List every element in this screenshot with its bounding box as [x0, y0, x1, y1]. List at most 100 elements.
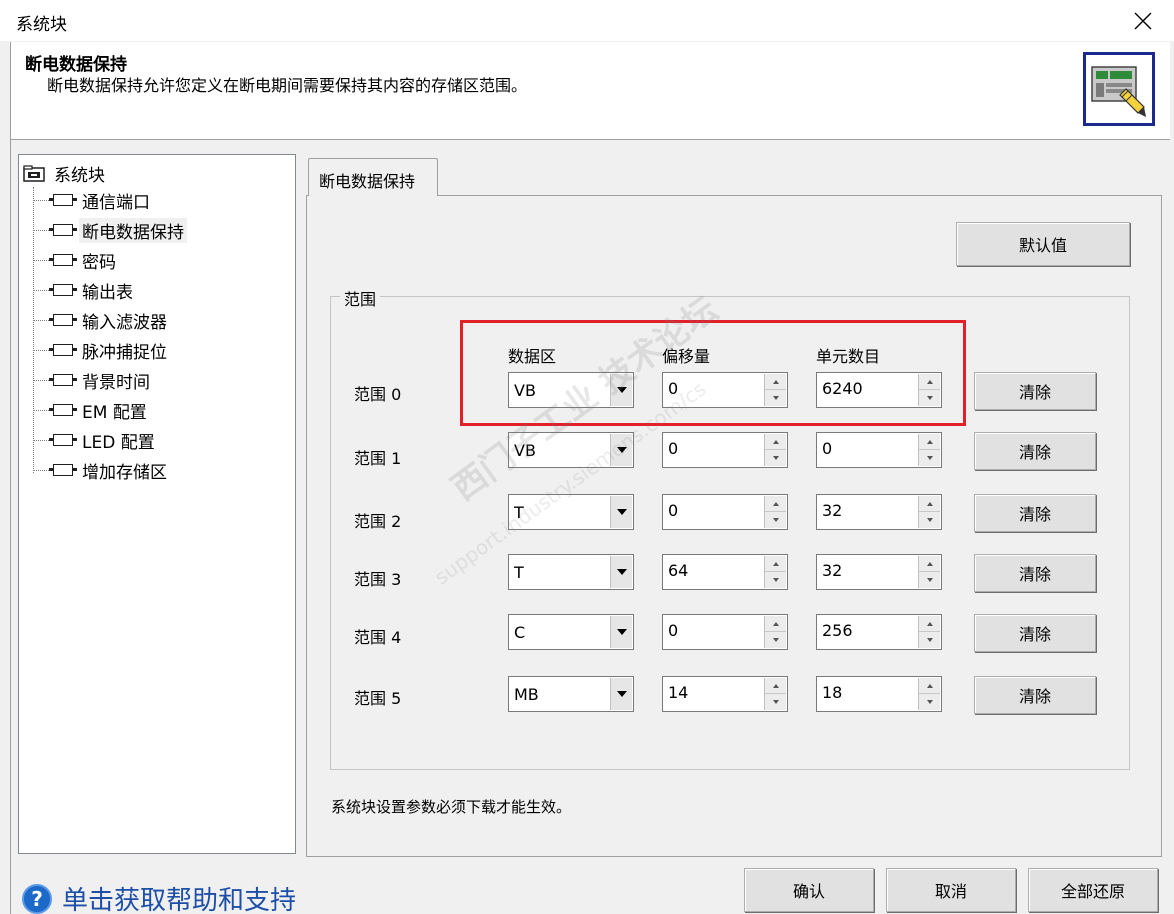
offset-value: 0	[668, 379, 679, 398]
help-link[interactable]: ? 单击获取帮助和支持	[22, 880, 296, 914]
module-icon	[49, 404, 77, 416]
area-value: MB	[514, 685, 539, 704]
tree-item-label: 密码	[82, 252, 116, 273]
count-spinner[interactable]: 18	[816, 676, 942, 712]
tree-item-input-filter[interactable]: 输入滤波器	[33, 307, 170, 333]
spin-up-icon[interactable]	[918, 434, 940, 450]
area-select[interactable]: VB	[508, 372, 634, 408]
area-select[interactable]: MB	[508, 676, 634, 712]
tree-item-em-config[interactable]: EM 配置	[33, 397, 150, 423]
module-icon	[49, 254, 77, 266]
area-select[interactable]: T	[508, 494, 634, 530]
dropdown-arrow-icon[interactable]	[610, 616, 632, 648]
area-select[interactable]: C	[508, 614, 634, 650]
tree-item-password[interactable]: 密码	[33, 247, 119, 273]
clear-button[interactable]: 清除	[974, 432, 1096, 470]
module-icon	[49, 224, 77, 236]
tree-root[interactable]: 系统块	[23, 161, 108, 186]
navigation-tree[interactable]: 系统块 通信端口 断电数据保持 密码 输出表 输入滤波器 脉冲捕捉位 背景时间 …	[18, 154, 296, 854]
cancel-button[interactable]: 取消	[886, 868, 1016, 912]
spin-down-icon[interactable]	[764, 512, 786, 528]
module-icon	[49, 284, 77, 296]
count-spinner[interactable]: 32	[816, 494, 942, 530]
offset-value: 0	[668, 621, 679, 640]
spin-up-icon[interactable]	[918, 556, 940, 572]
count-value: 18	[822, 683, 843, 702]
spin-down-icon[interactable]	[764, 632, 786, 648]
spin-up-icon[interactable]	[918, 374, 940, 390]
module-icon	[49, 314, 77, 326]
tree-root-label: 系统块	[54, 166, 105, 186]
ok-button[interactable]: 确认	[744, 868, 874, 912]
clear-button[interactable]: 清除	[974, 494, 1096, 532]
clear-button[interactable]: 清除	[974, 676, 1096, 714]
range-label: 范围 0	[354, 385, 402, 404]
dropdown-arrow-icon[interactable]	[610, 496, 632, 528]
clear-button[interactable]: 清除	[974, 614, 1096, 652]
spin-down-icon[interactable]	[918, 572, 940, 588]
dropdown-arrow-icon[interactable]	[610, 556, 632, 588]
tree-item-label: LED 配置	[82, 432, 155, 453]
area-value: VB	[514, 441, 536, 460]
close-button[interactable]	[1118, 2, 1168, 40]
spin-up-icon[interactable]	[764, 374, 786, 390]
tree-item-label: 脉冲捕捉位	[82, 342, 167, 363]
spin-down-icon[interactable]	[918, 512, 940, 528]
default-values-button[interactable]: 默认值	[956, 222, 1130, 266]
spin-up-icon[interactable]	[764, 556, 786, 572]
area-select[interactable]: VB	[508, 432, 634, 468]
tree-item-comm-port[interactable]: 通信端口	[33, 187, 153, 213]
offset-value: 0	[668, 439, 679, 458]
offset-spinner[interactable]: 0	[662, 494, 788, 530]
offset-spinner[interactable]: 0	[662, 372, 788, 408]
count-spinner[interactable]: 256	[816, 614, 942, 650]
tree-item-add-memory[interactable]: 增加存储区	[33, 457, 170, 483]
spin-down-icon[interactable]	[918, 450, 940, 466]
area-select[interactable]: T	[508, 554, 634, 590]
spin-up-icon[interactable]	[764, 496, 786, 512]
clear-button[interactable]: 清除	[974, 372, 1096, 410]
spin-down-icon[interactable]	[764, 390, 786, 406]
tree-item-retentive[interactable]: 断电数据保持	[33, 217, 187, 243]
tab-retentive[interactable]: 断电数据保持	[308, 158, 438, 196]
tree-item-led-config[interactable]: LED 配置	[33, 427, 158, 453]
restore-all-button[interactable]: 全部还原	[1028, 868, 1158, 912]
spin-down-icon[interactable]	[918, 694, 940, 710]
spin-down-icon[interactable]	[764, 694, 786, 710]
spin-down-icon[interactable]	[918, 390, 940, 406]
count-spinner[interactable]: 0	[816, 432, 942, 468]
range-label: 范围 5	[354, 689, 402, 708]
header-description: 断电数据保持允许您定义在断电期间需要保持其内容的存储区范围。	[47, 76, 528, 95]
module-icon	[49, 434, 77, 446]
count-spinner[interactable]: 32	[816, 554, 942, 590]
frame-border	[10, 140, 11, 914]
tree-item-output-table[interactable]: 输出表	[33, 277, 136, 303]
offset-spinner[interactable]: 14	[662, 676, 788, 712]
spin-down-icon[interactable]	[918, 632, 940, 648]
dropdown-arrow-icon[interactable]	[610, 374, 632, 406]
range-label: 范围 2	[354, 512, 402, 531]
spin-up-icon[interactable]	[918, 496, 940, 512]
spin-up-icon[interactable]	[764, 616, 786, 632]
count-spinner[interactable]: 6240	[816, 372, 942, 408]
tree-item-label: 背景时间	[82, 372, 150, 393]
window-title: 系统块	[16, 15, 67, 35]
offset-spinner[interactable]: 64	[662, 554, 788, 590]
count-value: 6240	[822, 379, 863, 398]
offset-spinner[interactable]: 0	[662, 614, 788, 650]
dropdown-arrow-icon[interactable]	[610, 678, 632, 710]
help-link-text: 单击获取帮助和支持	[62, 886, 297, 914]
tree-item-background-time[interactable]: 背景时间	[33, 367, 153, 393]
spin-up-icon[interactable]	[918, 678, 940, 694]
title-bar: 系统块	[0, 0, 1174, 42]
spin-up-icon[interactable]	[918, 616, 940, 632]
system-block-icon	[1083, 52, 1155, 126]
spin-down-icon[interactable]	[764, 450, 786, 466]
tree-item-pulse-catch[interactable]: 脉冲捕捉位	[33, 337, 170, 363]
spin-down-icon[interactable]	[764, 572, 786, 588]
clear-button[interactable]: 清除	[974, 554, 1096, 592]
offset-spinner[interactable]: 0	[662, 432, 788, 468]
spin-up-icon[interactable]	[764, 678, 786, 694]
dropdown-arrow-icon[interactable]	[610, 434, 632, 466]
spin-up-icon[interactable]	[764, 434, 786, 450]
